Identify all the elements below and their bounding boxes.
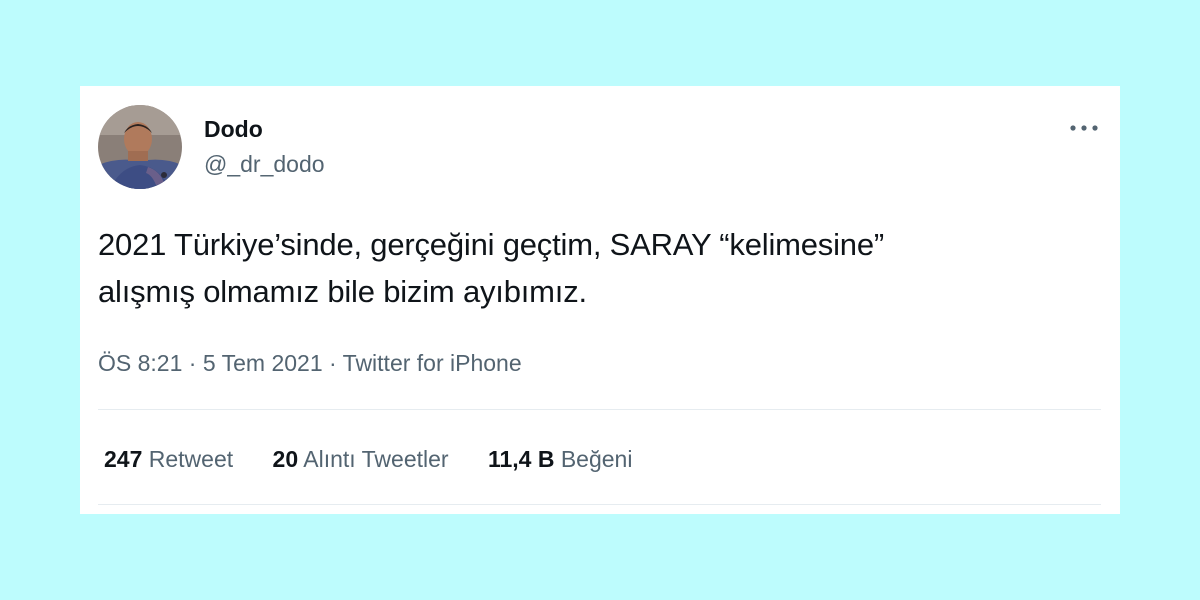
stat-count: 11,4 B (487, 446, 555, 472)
like-count[interactable]: 11,4 B Beğeni (488, 444, 633, 474)
tweet-meta: ÖS 8:21 · 5 Tem 2021 · Twitter for iPhon… (98, 348, 522, 378)
more-horizontal-icon (1070, 125, 1098, 131)
more-options-button[interactable] (1064, 114, 1104, 142)
tweet-stats: 247 Retweet 20 Alıntı Tweetler 11,4 B Be… (104, 444, 665, 474)
tweet-text-line-1: 2021 Türkiye’sinde, gerçeğini geçtim, SA… (98, 227, 884, 262)
meta-separator: · (188, 350, 197, 376)
divider (98, 409, 1101, 410)
tweet-card: Dodo @_dr_dodo 2021 Türkiye’sinde, gerçe… (80, 86, 1120, 514)
stat-label: Alıntı Tweetler (303, 446, 449, 472)
stat-label: Retweet (148, 446, 234, 472)
user-handle[interactable]: @_dr_dodo (204, 149, 325, 179)
avatar[interactable] (98, 105, 182, 189)
display-name[interactable]: Dodo (204, 115, 263, 143)
quote-tweet-count[interactable]: 20 Alıntı Tweetler (273, 444, 449, 474)
divider (98, 504, 1101, 505)
stat-count: 20 (272, 446, 299, 472)
stat-label: Beğeni (560, 446, 633, 472)
retweet-count[interactable]: 247 Retweet (104, 444, 233, 474)
stat-count: 247 (104, 446, 143, 472)
tweet-source[interactable]: Twitter for iPhone (343, 350, 522, 376)
meta-separator: · (329, 350, 337, 376)
tweet-date[interactable]: 5 Tem 2021 (203, 350, 323, 376)
tweet-text-line-2: alışmış olmamız bile bizim ayıbımız. (98, 274, 587, 309)
tweet-text: 2021 Türkiye’sinde, gerçeğini geçtim, SA… (98, 221, 1108, 315)
tweet-time[interactable]: ÖS 8:21 (98, 350, 182, 376)
